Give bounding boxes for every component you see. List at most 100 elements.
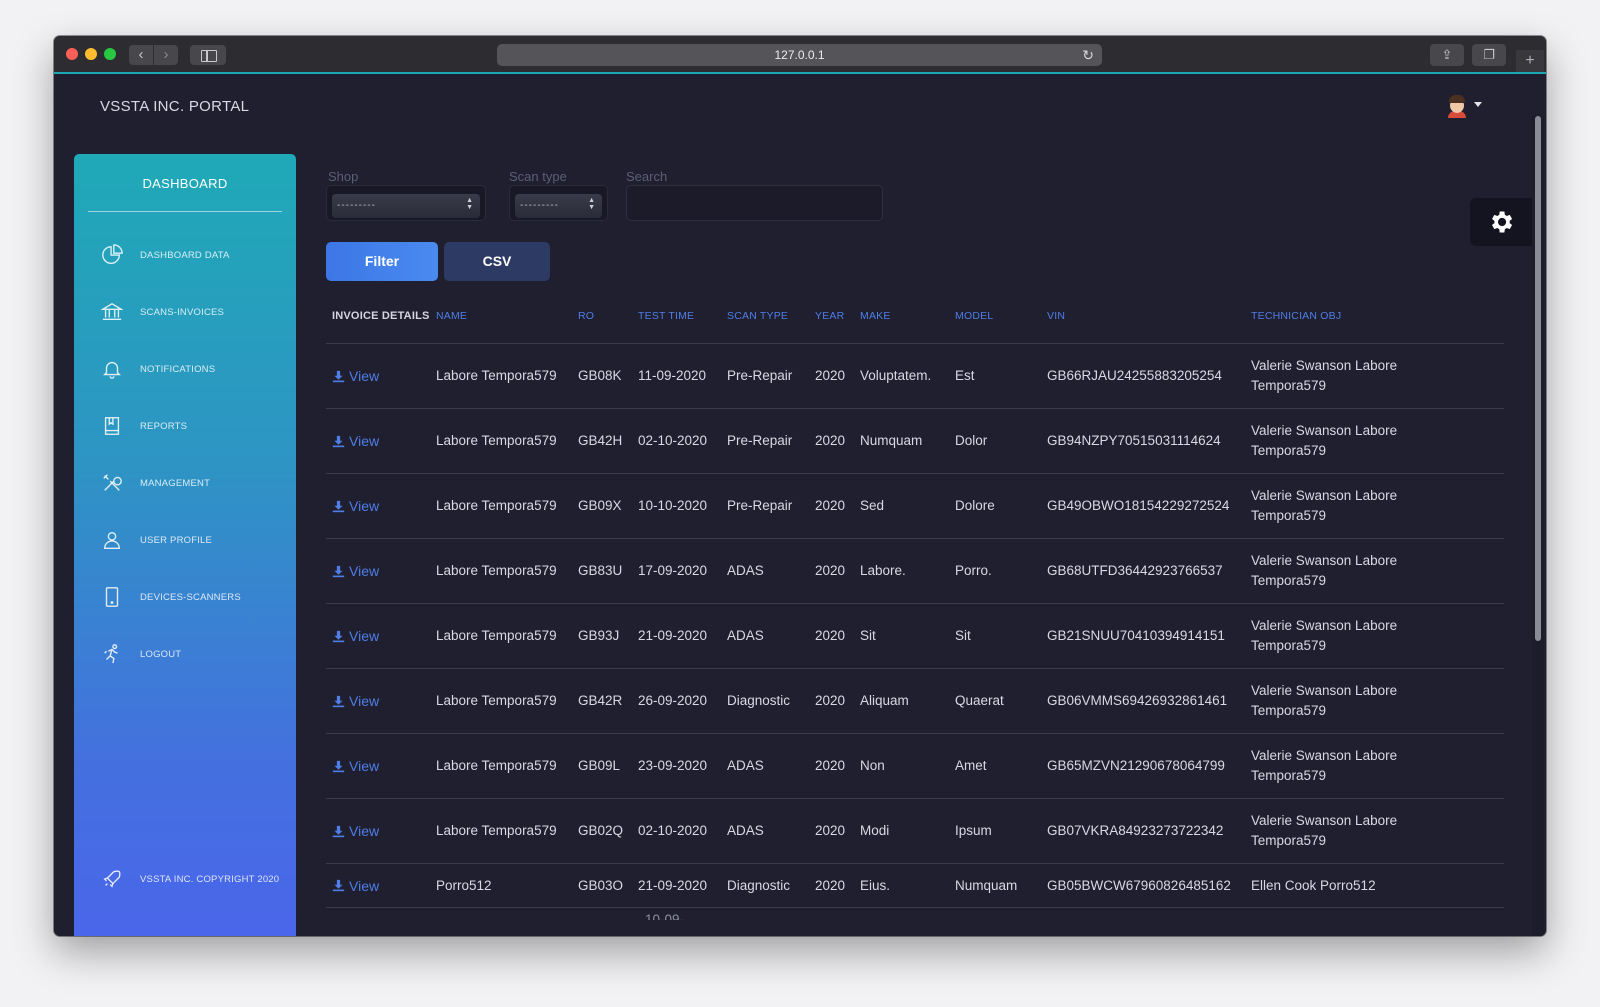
sidebar-item-label: MANAGEMENT (140, 477, 211, 489)
name-cell: Labore Tempora579 (436, 604, 576, 668)
sidebar-item-label: DEVICES-SCANNERS (140, 591, 241, 603)
test-time-value: 26-09-2020 (638, 693, 708, 708)
view-invoice-link[interactable]: View (332, 626, 379, 646)
make-cell: Non (860, 734, 956, 798)
vin-value: GB66RJAU24255883205254 (1047, 368, 1222, 383)
column-header[interactable]: TECHNICIAN OBJ (1251, 288, 1451, 344)
shop-select[interactable]: --------- ▲ ▼ (326, 185, 486, 221)
sidebar-title[interactable]: DASHBOARD (74, 176, 296, 191)
year-cell: 2020 (815, 864, 859, 907)
sidebar-item-label: DASHBOARD DATA (140, 249, 230, 261)
view-invoice-link[interactable]: View (332, 821, 379, 841)
technician-value: Valerie Swanson Labore Tempora579 (1251, 748, 1398, 783)
technician-value: Valerie Swanson Labore Tempora579 (1251, 488, 1398, 523)
sidebar-item-logout[interactable]: LOGOUT (100, 641, 290, 667)
sidebar-item-user-profile[interactable]: USER PROFILE (100, 527, 290, 553)
ro-cell: GB09L (578, 734, 638, 798)
vin-cell: GB21SNUU70410394914151 (1047, 604, 1247, 668)
year-value: 2020 (815, 433, 846, 448)
year-cell: 2020 (815, 799, 859, 863)
share-icon[interactable]: ⇪ (1430, 44, 1464, 66)
close-window-button[interactable] (66, 48, 78, 60)
ro-cell: GB02Q (578, 799, 638, 863)
sidebar-item-notifications[interactable]: NOTIFICATIONS (100, 356, 290, 382)
make-value: Numquam (860, 433, 923, 448)
model-value: Quaerat (955, 693, 1004, 708)
make-cell: Labore. (860, 539, 956, 603)
view-invoice-link[interactable]: View (332, 691, 379, 711)
tools-icon (100, 471, 124, 495)
column-header[interactable]: NAME (436, 288, 576, 344)
brand-title: VSSTA INC. PORTAL (100, 98, 250, 115)
view-invoice-link[interactable]: View (332, 431, 379, 451)
search-input[interactable] (626, 185, 883, 221)
sidebar-item-scans-invoices[interactable]: SCANS-INVOICES (100, 299, 290, 325)
chevron-down-icon[interactable] (1474, 102, 1482, 107)
download-icon (332, 630, 345, 642)
column-header[interactable]: MAKE (860, 288, 956, 344)
column-header: INVOICE DETAILS (332, 309, 430, 322)
column-header[interactable]: MODEL (955, 288, 1047, 344)
sidebar-item-management[interactable]: MANAGEMENT (100, 470, 290, 496)
scan-type-value: ADAS (727, 823, 764, 838)
pie-chart-icon (100, 243, 124, 267)
column-header[interactable]: TEST TIME (638, 288, 730, 344)
vin-value: GB05BWCW67960826485162 (1047, 877, 1231, 893)
ro-cell: GB42R (578, 669, 638, 733)
settings-button[interactable] (1470, 198, 1532, 246)
make-value: Voluptatem. (860, 368, 932, 383)
vertical-scrollbar-thumb[interactable] (1535, 116, 1541, 641)
filter-button[interactable]: Filter (326, 242, 438, 281)
zoom-window-button[interactable] (104, 48, 116, 60)
sidebar-item-reports[interactable]: REPORTS (100, 413, 290, 439)
name-cell: Labore Tempora579 (436, 799, 576, 863)
view-invoice-link[interactable]: View (332, 366, 379, 386)
back-button[interactable]: ‹ (129, 45, 153, 65)
year-value: 2020 (815, 628, 846, 643)
reload-icon[interactable]: ↻ (1082, 44, 1094, 66)
view-invoice-link[interactable]: View (332, 756, 379, 776)
ro-cell: GB83U (578, 539, 638, 603)
ro-value: GB03O (578, 877, 624, 893)
scan-type-value: Pre-Repair (727, 498, 793, 513)
sidebar-toggle-icon[interactable] (190, 45, 226, 65)
select-arrows-icon: ▲ ▼ (466, 197, 474, 211)
year-value: 2020 (815, 368, 846, 383)
new-tab-icon[interactable]: + (1516, 50, 1544, 72)
sidebar-item-label: NOTIFICATIONS (140, 363, 216, 375)
view-invoice-link[interactable]: View (332, 561, 379, 581)
sidebar-item-devices-scanners[interactable]: DEVICES-SCANNERS (100, 584, 290, 610)
scan-type-cell: Pre-Repair (727, 474, 817, 538)
model-value: Dolor (955, 433, 988, 448)
invoice-cell: View (332, 669, 432, 733)
test-time-cell: 17-09-2020 (638, 539, 730, 603)
sidebar-item-dashboard-data[interactable]: DASHBOARD DATA (100, 242, 290, 268)
view-link-label: View (349, 498, 380, 514)
view-invoice-link[interactable]: View (332, 876, 379, 896)
address-url: 127.0.0.1 (774, 48, 825, 62)
view-invoice-link[interactable]: View (332, 496, 379, 516)
column-header[interactable]: VIN (1047, 288, 1247, 344)
invoice-cell: View (332, 344, 432, 408)
table-row: View Labore Tempora579 GB09X 10-10-2020 Pre-… (326, 474, 1504, 539)
minimize-window-button[interactable] (85, 48, 97, 60)
name-cell: Labore Tempora579 (436, 344, 576, 408)
tabs-overview-icon[interactable]: ❐ (1472, 44, 1506, 66)
column-header[interactable]: RO (578, 288, 638, 344)
forward-button[interactable]: › (154, 45, 178, 65)
ro-cell: GB42H (578, 409, 638, 473)
column-header[interactable]: SCAN TYPE (727, 288, 817, 344)
model-cell: Numquam (955, 864, 1047, 907)
address-bar[interactable]: 127.0.0.1 ↻ (497, 44, 1102, 66)
vin-cell: GB68UTFD36442923766537 (1047, 539, 1247, 603)
csv-button[interactable]: CSV (444, 242, 550, 281)
running-person-icon (100, 642, 124, 666)
user-avatar[interactable] (1446, 94, 1468, 118)
test-time-cell: 21-09-2020 (638, 604, 730, 668)
download-icon (332, 370, 345, 382)
scan-type-select[interactable]: --------- ▲ ▼ (509, 185, 608, 221)
mobile-icon (100, 585, 124, 609)
view-link-label: View (349, 823, 380, 839)
column-header[interactable]: YEAR (815, 288, 859, 344)
scan-type-cell: Pre-Repair (727, 409, 817, 473)
